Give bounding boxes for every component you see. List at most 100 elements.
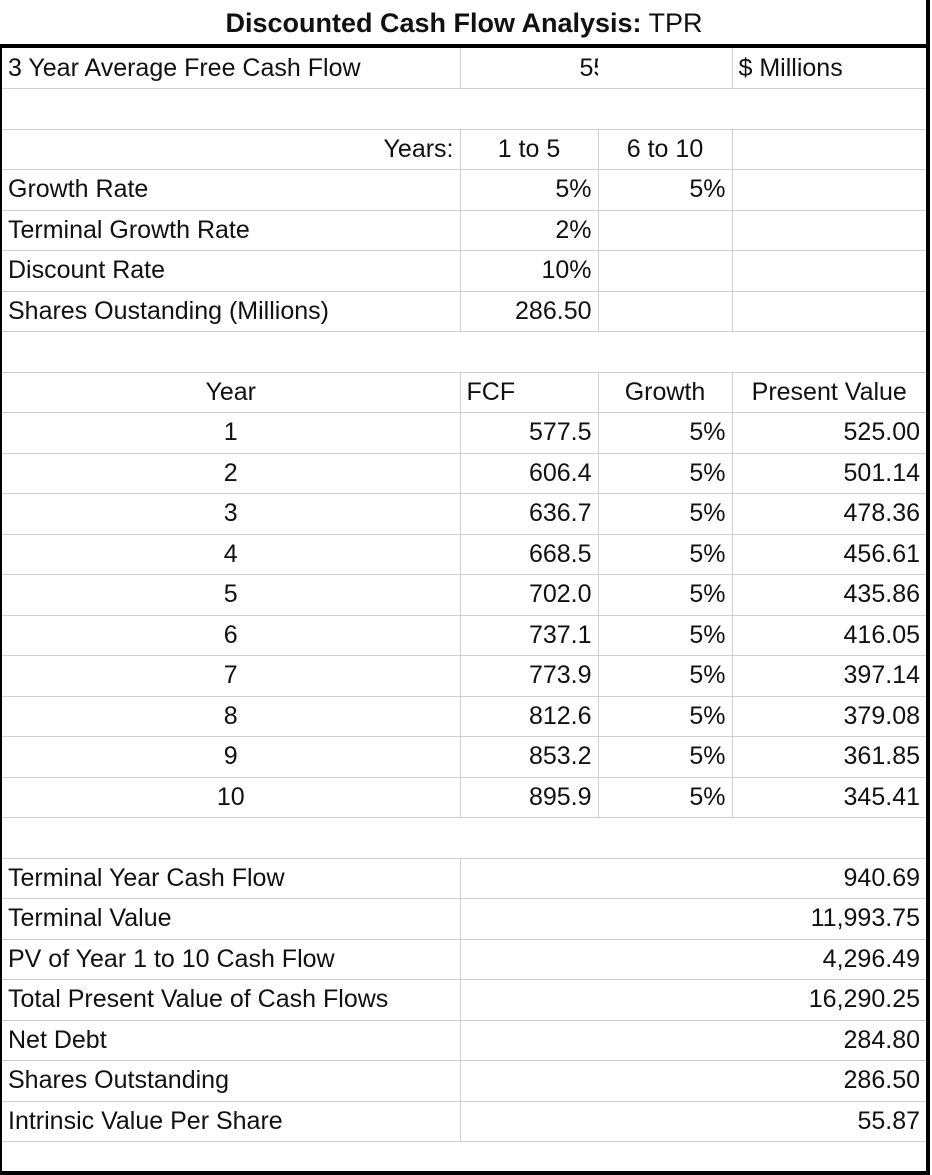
terminal-growth-label[interactable]: Terminal Growth Rate — [2, 210, 461, 251]
growth-rate-1-5[interactable]: 5% — [460, 169, 599, 211]
present-value-cell[interactable]: 345.41 — [732, 777, 926, 818]
fcf-average-label[interactable]: 3 Year Average Free Cash Flow — [2, 48, 461, 89]
summary-value[interactable]: 55.87 — [460, 1101, 926, 1142]
years-col-2[interactable]: 6 to 10 — [598, 129, 733, 170]
summary-label[interactable]: Total Present Value of Cash Flows — [2, 979, 461, 1021]
year-header[interactable]: Year — [2, 372, 461, 413]
growth-rate-label[interactable]: Growth Rate — [2, 169, 461, 211]
summary-label[interactable]: Net Debt — [2, 1020, 461, 1061]
fcf-cell[interactable]: 737.1 — [460, 615, 599, 656]
summary-label[interactable]: Shares Outstanding — [2, 1060, 461, 1102]
blank-cell[interactable] — [732, 817, 926, 859]
blank-cell[interactable] — [460, 331, 598, 373]
fcf-cell[interactable]: 895.9 — [460, 777, 599, 818]
growth-cell[interactable]: 5% — [598, 574, 733, 616]
present-value-header[interactable]: Present Value — [732, 372, 926, 413]
projection-row: 7 773.9 5% 397.14 — [2, 655, 926, 697]
present-value-cell[interactable]: 456.61 — [732, 534, 926, 575]
empty-cell[interactable] — [732, 210, 926, 251]
year-cell[interactable]: 8 — [2, 696, 461, 737]
fcf-unit[interactable]: $ Millions — [732, 48, 926, 89]
present-value-cell[interactable]: 361.85 — [732, 736, 926, 778]
fcf-average-value-left[interactable]: 550.00 — [460, 48, 598, 89]
empty-cell[interactable] — [732, 291, 926, 332]
growth-cell[interactable]: 5% — [598, 736, 733, 778]
year-cell[interactable]: 6 — [2, 615, 461, 656]
empty-cell[interactable] — [732, 129, 926, 170]
summary-value[interactable]: 16,290.25 — [460, 979, 926, 1021]
summary-label[interactable]: PV of Year 1 to 10 Cash Flow — [2, 939, 461, 980]
empty-cell[interactable] — [732, 250, 926, 292]
year-cell[interactable]: 1 — [2, 412, 461, 454]
fcf-cell[interactable]: 812.6 — [460, 696, 599, 737]
projection-row: 1 577.5 5% 525.00 — [2, 412, 926, 454]
present-value-cell[interactable]: 501.14 — [732, 453, 926, 494]
shares-oustanding-label[interactable]: Shares Oustanding (Millions) — [2, 291, 461, 332]
summary-label[interactable]: Terminal Year Cash Flow — [2, 858, 461, 899]
summary-value[interactable]: 11,993.75 — [460, 898, 926, 940]
summary-row: Net Debt 284.80 — [2, 1020, 926, 1061]
growth-cell[interactable]: 5% — [598, 412, 733, 454]
year-cell[interactable]: 5 — [2, 574, 461, 616]
summary-value[interactable]: 4,296.49 — [460, 939, 926, 980]
blank-cell[interactable] — [2, 88, 460, 130]
summary-value[interactable]: 286.50 — [460, 1060, 926, 1102]
blank-cell[interactable] — [460, 817, 598, 859]
fcf-cell[interactable]: 702.0 — [460, 574, 599, 616]
year-cell[interactable]: 9 — [2, 736, 461, 778]
growth-cell[interactable]: 5% — [598, 534, 733, 575]
blank-row — [2, 88, 926, 130]
fcf-cell[interactable]: 606.4 — [460, 453, 599, 494]
year-cell[interactable]: 10 — [2, 777, 461, 818]
fcf-cell[interactable]: 636.7 — [460, 493, 599, 535]
empty-cell[interactable] — [598, 291, 733, 332]
present-value-cell[interactable]: 525.00 — [732, 412, 926, 454]
present-value-cell[interactable]: 435.86 — [732, 574, 926, 616]
blank-cell[interactable] — [460, 88, 598, 130]
present-value-cell[interactable]: 379.08 — [732, 696, 926, 737]
blank-cell[interactable] — [598, 817, 732, 859]
empty-cell[interactable] — [732, 169, 926, 211]
growth-cell[interactable]: 5% — [598, 655, 733, 697]
blank-cell[interactable] — [732, 331, 926, 373]
growth-cell[interactable]: 5% — [598, 696, 733, 737]
empty-cell[interactable] — [598, 210, 733, 251]
growth-cell[interactable]: 5% — [598, 615, 733, 656]
discount-rate-value[interactable]: 10% — [460, 250, 599, 292]
growth-rate-6-10[interactable]: 5% — [598, 169, 733, 211]
blank-cell[interactable] — [732, 88, 926, 130]
present-value-cell[interactable]: 478.36 — [732, 493, 926, 535]
present-value-cell[interactable]: 416.05 — [732, 615, 926, 656]
fcf-cell[interactable]: 773.9 — [460, 655, 599, 697]
fcf-average-value-right[interactable] — [598, 48, 733, 89]
blank-cell[interactable] — [2, 817, 460, 859]
year-cell[interactable]: 3 — [2, 493, 461, 535]
empty-cell[interactable] — [598, 250, 733, 292]
year-cell[interactable]: 4 — [2, 534, 461, 575]
years-col-1[interactable]: 1 to 5 — [460, 129, 599, 170]
year-cell[interactable]: 7 — [2, 655, 461, 697]
summary-label[interactable]: Intrinsic Value Per Share — [2, 1101, 461, 1142]
blank-cell[interactable] — [598, 331, 732, 373]
years-label[interactable]: Years: — [2, 129, 461, 170]
summary-value[interactable]: 284.80 — [460, 1020, 926, 1061]
growth-header[interactable]: Growth — [598, 372, 733, 413]
shares-oustanding-value[interactable]: 286.50 — [460, 291, 599, 332]
summary-value[interactable]: 940.69 — [460, 858, 926, 899]
fcf-cell[interactable]: 577.5 — [460, 412, 599, 454]
present-value-cell[interactable]: 397.14 — [732, 655, 926, 697]
fcf-cell[interactable]: 668.5 — [460, 534, 599, 575]
summary-label[interactable]: Terminal Value — [2, 898, 461, 940]
growth-cell[interactable]: 5% — [598, 453, 733, 494]
discount-rate-label[interactable]: Discount Rate — [2, 250, 461, 292]
growth-cell[interactable]: 5% — [598, 777, 733, 818]
growth-cell[interactable]: 5% — [598, 493, 733, 535]
year-cell[interactable]: 2 — [2, 453, 461, 494]
sheet-border-left — [0, 44, 2, 1175]
terminal-growth-row: Terminal Growth Rate 2% — [2, 210, 926, 251]
blank-cell[interactable] — [2, 331, 460, 373]
blank-cell[interactable] — [598, 88, 732, 130]
fcf-cell[interactable]: 853.2 — [460, 736, 599, 778]
fcf-header[interactable]: FCF — [460, 372, 599, 413]
terminal-growth-value[interactable]: 2% — [460, 210, 599, 251]
